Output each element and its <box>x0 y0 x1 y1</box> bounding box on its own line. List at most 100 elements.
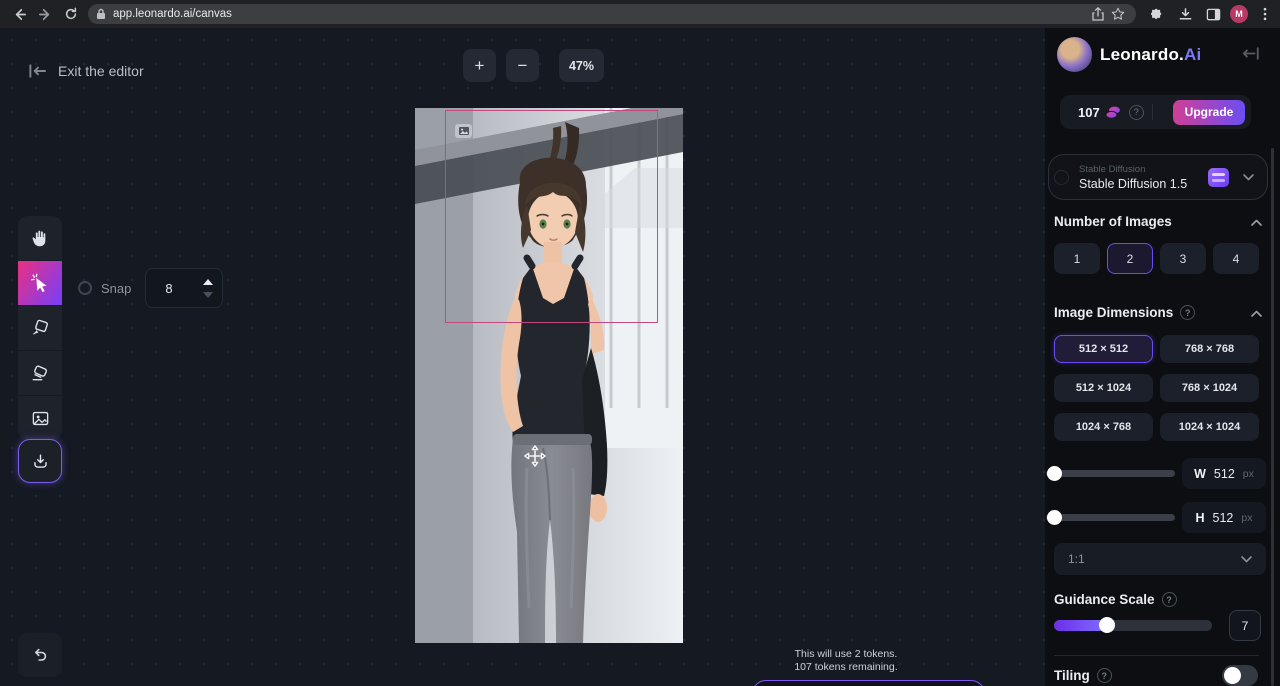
zoom-level-badge[interactable]: 47% <box>559 49 604 82</box>
url-text: app.leonardo.ai/canvas <box>113 8 1088 20</box>
guidance-scale-knob[interactable] <box>1099 617 1115 633</box>
num-images-option-3[interactable]: 3 <box>1160 243 1206 274</box>
browser-profile-avatar[interactable]: M <box>1230 5 1248 23</box>
tiling-help-icon[interactable]: ? <box>1097 668 1112 683</box>
model-select[interactable]: Stable Diffusion Stable Diffusion 1.5 <box>1048 154 1268 200</box>
share-icon[interactable] <box>1088 5 1108 23</box>
browser-download-icon[interactable] <box>1174 3 1196 25</box>
dim-option-1024x768[interactable]: 1024 × 768 <box>1054 413 1153 441</box>
sidebar-scrollbar[interactable] <box>1271 148 1274 686</box>
token-usage-line1: This will use 2 tokens. <box>716 648 976 661</box>
width-slider[interactable] <box>1046 470 1175 477</box>
zoom-in-button[interactable]: + <box>463 49 496 82</box>
browser-refresh-icon[interactable] <box>58 3 84 25</box>
upgrade-button[interactable]: Upgrade <box>1173 100 1245 125</box>
image-dimensions-options: 512 × 512 768 × 768 512 × 1024 768 × 102… <box>1054 335 1266 441</box>
extensions-puzzle-icon[interactable] <box>1146 3 1168 25</box>
guidance-scale-value: 7 <box>1229 610 1261 641</box>
leonardo-logo-avatar <box>1057 37 1092 72</box>
sidebar-divider <box>1054 655 1259 656</box>
browser-chrome: app.leonardo.ai/canvas M <box>0 0 1280 28</box>
lock-icon <box>96 8 106 20</box>
height-slider-knob[interactable] <box>1047 510 1062 525</box>
model-chevron-down-icon <box>1243 174 1254 181</box>
snap-increment-icon[interactable] <box>203 279 213 285</box>
image-dimensions-collapse-icon[interactable] <box>1251 310 1262 317</box>
number-of-images-options: 1 2 3 4 <box>1054 243 1266 274</box>
brand-name-text: Leonardo. <box>1100 45 1184 64</box>
snap-decrement-icon[interactable] <box>203 292 213 298</box>
dim-option-768x1024[interactable]: 768 × 1024 <box>1160 374 1259 402</box>
erase-tool[interactable] <box>18 351 62 395</box>
snap-control: Snap 8 <box>78 268 223 308</box>
height-slider[interactable] <box>1046 514 1175 521</box>
number-of-images-label: Number of Images <box>1054 214 1172 229</box>
browser-url-bar[interactable]: app.leonardo.ai/canvas <box>88 4 1136 24</box>
selection-image-chip-icon[interactable] <box>455 124 472 138</box>
token-usage-note: This will use 2 tokens. 107 tokens remai… <box>716 648 976 674</box>
selection-box[interactable] <box>445 110 658 323</box>
brand-header: Leonardo.Ai <box>1057 37 1201 72</box>
select-tool[interactable] <box>18 261 62 305</box>
move-cursor-icon <box>523 444 547 468</box>
dim-option-512x512[interactable]: 512 × 512 <box>1054 335 1153 363</box>
zoom-out-button[interactable]: − <box>506 49 539 82</box>
pan-hand-tool[interactable] <box>18 216 62 260</box>
coins-icon <box>1105 105 1121 120</box>
tiling-label: Tiling <box>1054 668 1090 683</box>
exit-arrow-icon <box>28 63 47 79</box>
height-label: H <box>1196 511 1205 525</box>
dim-option-1024x1024[interactable]: 1024 × 1024 <box>1160 413 1259 441</box>
snap-label: Snap <box>101 281 131 296</box>
sketch-tool[interactable] <box>18 306 62 350</box>
snap-value-input[interactable]: 8 <box>145 268 223 308</box>
download-tool[interactable] <box>18 439 62 483</box>
num-images-option-2[interactable]: 2 <box>1107 243 1153 274</box>
image-dimensions-help-icon[interactable]: ? <box>1180 305 1195 320</box>
tiling-title: Tiling ? <box>1054 668 1112 683</box>
height-unit: px <box>1241 512 1252 524</box>
height-value: 512 <box>1213 511 1234 525</box>
guidance-scale-fill <box>1054 620 1105 631</box>
exit-editor-button[interactable]: Exit the editor <box>28 63 144 79</box>
browser-menu-dots-icon[interactable] <box>1254 3 1276 25</box>
snap-stepper <box>203 269 213 307</box>
width-label: W <box>1194 467 1206 481</box>
undo-button[interactable] <box>18 633 62 677</box>
tiling-toggle[interactable] <box>1222 665 1258 686</box>
browser-back-icon[interactable] <box>6 3 32 25</box>
token-usage-line2: 107 tokens remaining. <box>716 661 976 674</box>
guidance-scale-slider[interactable] <box>1054 620 1212 631</box>
aspect-ratio-value: 1:1 <box>1068 552 1241 566</box>
model-thumbnail-icon <box>1208 168 1229 187</box>
side-panel-icon[interactable] <box>1202 3 1224 25</box>
collapse-sidebar-icon[interactable] <box>1242 46 1260 61</box>
model-platform-label: Stable Diffusion <box>1079 164 1187 175</box>
snap-value: 8 <box>165 281 172 296</box>
image-tool[interactable] <box>18 396 62 440</box>
number-of-images-title: Number of Images <box>1054 214 1172 229</box>
canvas-workspace[interactable]: Exit the editor + − 47% <box>0 28 1045 686</box>
tokens-help-icon[interactable]: ? <box>1129 105 1144 120</box>
tiling-toggle-knob <box>1224 667 1241 684</box>
dim-option-512x1024[interactable]: 512 × 1024 <box>1054 374 1153 402</box>
prompt-bar[interactable] <box>752 680 985 686</box>
dim-option-768x768[interactable]: 768 × 768 <box>1160 335 1259 363</box>
aspect-ratio-select[interactable]: 1:1 <box>1054 543 1266 575</box>
image-dimensions-title: Image Dimensions ? <box>1054 305 1195 320</box>
token-count: 107 <box>1078 105 1100 120</box>
browser-forward-icon[interactable] <box>32 3 58 25</box>
aspect-ratio-chevron-down-icon <box>1241 556 1252 563</box>
num-images-option-1[interactable]: 1 <box>1054 243 1100 274</box>
width-value: 512 <box>1214 467 1235 481</box>
num-images-option-4[interactable]: 4 <box>1213 243 1259 274</box>
width-slider-knob[interactable] <box>1047 466 1062 481</box>
model-name: Stable Diffusion 1.5 <box>1079 177 1187 191</box>
bookmark-star-icon[interactable] <box>1108 5 1128 23</box>
token-bar: 107 ? Upgrade <box>1060 95 1251 129</box>
brand-ai-text: Ai <box>1184 45 1201 64</box>
number-of-images-collapse-icon[interactable] <box>1251 219 1262 226</box>
guidance-scale-help-icon[interactable]: ? <box>1162 592 1177 607</box>
snap-toggle[interactable] <box>78 281 92 295</box>
width-unit: px <box>1243 468 1254 480</box>
